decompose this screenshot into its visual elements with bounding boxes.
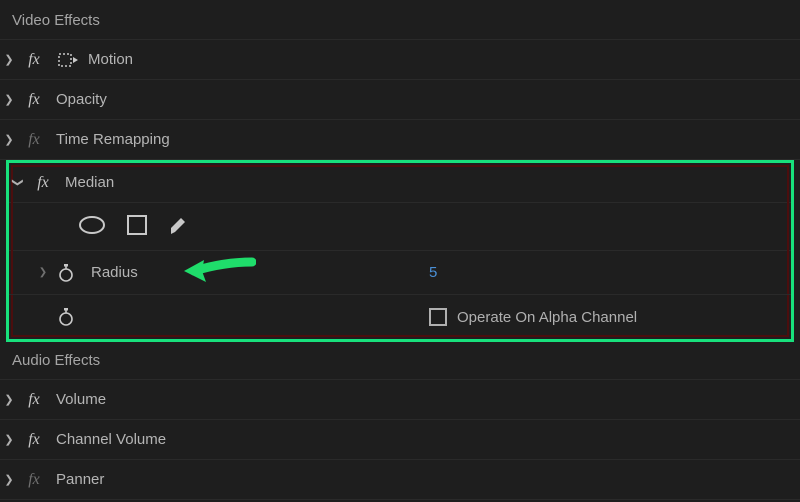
effect-row-time-remapping[interactable]: ❯ fx Time Remapping	[0, 120, 800, 160]
channel-volume-label: Channel Volume	[56, 431, 166, 448]
fx-badge-icon[interactable]: fx	[22, 131, 46, 149]
opacity-label: Opacity	[56, 91, 107, 108]
chevron-down-icon[interactable]: ❯	[12, 176, 25, 190]
stopwatch-icon[interactable]	[57, 308, 75, 326]
median-label: Median	[65, 174, 114, 191]
motion-label: Motion	[88, 51, 133, 68]
chevron-right-icon[interactable]: ❯	[2, 473, 16, 486]
radius-label: Radius	[91, 264, 138, 281]
video-effects-header: Video Effects	[0, 6, 800, 40]
fx-badge-icon[interactable]: fx	[22, 471, 46, 489]
annotation-arrow-icon	[184, 256, 256, 290]
effect-row-median[interactable]: ❯ fx Median	[9, 163, 791, 203]
video-effects-title: Video Effects	[12, 12, 100, 29]
chevron-right-icon[interactable]: ❯	[2, 93, 16, 106]
pen-mask-icon[interactable]	[167, 214, 189, 240]
radius-value[interactable]: 5	[429, 264, 437, 281]
chevron-right-icon[interactable]: ❯	[2, 133, 16, 146]
effect-controls-panel: Video Effects ❯ fx Motion ❯ fx Opacity ❯…	[0, 0, 800, 500]
effect-row-volume[interactable]: ❯ fx Volume	[0, 380, 800, 420]
alpha-checkbox[interactable]	[429, 308, 447, 326]
motion-transform-icon[interactable]	[56, 51, 78, 69]
chevron-right-icon[interactable]: ❯	[2, 393, 16, 406]
rectangle-mask-icon[interactable]	[125, 214, 149, 240]
mask-tools-row	[9, 203, 791, 251]
fx-badge-icon[interactable]: fx	[22, 431, 46, 449]
effect-row-motion[interactable]: ❯ fx Motion	[0, 40, 800, 80]
alpha-label: Operate On Alpha Channel	[457, 309, 637, 326]
chevron-right-icon[interactable]: ❯	[2, 53, 16, 66]
radius-property-row[interactable]: ❯ Radius 5	[9, 251, 791, 295]
audio-effects-title: Audio Effects	[12, 352, 100, 369]
stopwatch-icon[interactable]	[57, 264, 75, 282]
ellipse-mask-icon[interactable]	[77, 214, 107, 240]
alpha-property-row[interactable]: ❯ Operate On Alpha Channel	[9, 295, 791, 339]
fx-badge-icon[interactable]: fx	[22, 51, 46, 69]
fx-badge-icon[interactable]: fx	[22, 91, 46, 109]
effect-row-panner[interactable]: ❯ fx Panner	[0, 460, 800, 500]
audio-effects-header: Audio Effects	[0, 342, 800, 380]
fx-badge-icon[interactable]: fx	[22, 391, 46, 409]
volume-label: Volume	[56, 391, 106, 408]
median-highlight: ❯ fx Median ❯ Radius	[6, 160, 794, 342]
panner-label: Panner	[56, 471, 104, 488]
time-remapping-label: Time Remapping	[56, 131, 170, 148]
effect-row-channel-volume[interactable]: ❯ fx Channel Volume	[0, 420, 800, 460]
fx-badge-icon[interactable]: fx	[31, 174, 55, 192]
chevron-right-icon[interactable]: ❯	[37, 267, 49, 278]
chevron-right-icon[interactable]: ❯	[2, 433, 16, 446]
effect-row-opacity[interactable]: ❯ fx Opacity	[0, 80, 800, 120]
